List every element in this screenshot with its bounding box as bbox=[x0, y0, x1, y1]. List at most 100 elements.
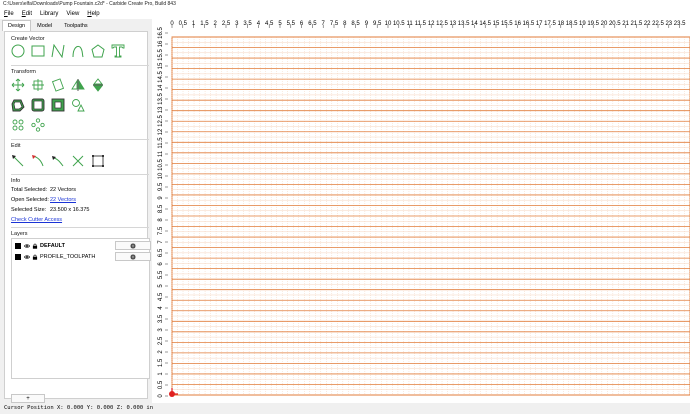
info-open-selected-label: Open Selected: bbox=[11, 197, 49, 203]
text-tool-icon[interactable] bbox=[111, 44, 125, 58]
add-layer-button[interactable]: + bbox=[11, 394, 45, 403]
inset-icon[interactable] bbox=[31, 98, 45, 112]
x-tick-label: 21 bbox=[622, 21, 629, 27]
x-tick-label: 10 bbox=[385, 21, 392, 27]
gear-icon bbox=[130, 253, 136, 260]
offset-icon[interactable] bbox=[11, 98, 25, 112]
menu-item-label: elp bbox=[91, 11, 100, 17]
layer-settings-button[interactable] bbox=[115, 241, 151, 250]
info-open-selected: Open Selected: 22 Vectors bbox=[11, 197, 76, 203]
menu-item-label: ile bbox=[7, 11, 14, 17]
rotate-icon[interactable] bbox=[51, 78, 65, 92]
x-tick-label: 13 bbox=[449, 21, 456, 27]
y-tick-label: 12.5 bbox=[158, 115, 164, 127]
layer-name: DEFAULT bbox=[40, 243, 65, 249]
layer-row[interactable]: DEFAULT bbox=[15, 241, 151, 251]
node-edit-icon[interactable] bbox=[11, 154, 25, 168]
info-total-selected-label: Total Selected: bbox=[11, 187, 48, 193]
y-tick-label: 15 bbox=[158, 62, 164, 69]
y-tick-label: 12 bbox=[158, 128, 164, 135]
y-tick-label: 0.5 bbox=[158, 380, 164, 389]
polygon-tool-icon[interactable] bbox=[91, 44, 105, 58]
x-tick-label: 19 bbox=[579, 21, 586, 27]
trim-icon[interactable] bbox=[31, 154, 45, 168]
x-tick-label: 12.5 bbox=[436, 21, 448, 27]
tab-toolpaths[interactable]: Toolpaths bbox=[58, 20, 94, 31]
y-tick-label: 3.5 bbox=[158, 314, 164, 323]
tab-design[interactable]: Design bbox=[2, 20, 32, 31]
x-tick-label: 8.5 bbox=[351, 21, 360, 27]
layer-settings-button[interactable] bbox=[115, 252, 151, 261]
x-tick-label: 16.5 bbox=[523, 21, 535, 27]
info-selected-size: Selected Size: 23.500 x 16.375 bbox=[11, 207, 89, 213]
status-bar: Cursor Position X: 0.000 Y: 0.000 Z: 0.0… bbox=[0, 403, 690, 414]
eye-icon[interactable] bbox=[24, 254, 30, 260]
section-info: Info bbox=[11, 178, 21, 184]
x-tick-label: 11.5 bbox=[415, 21, 427, 27]
x-tick-label: 19.5 bbox=[587, 21, 599, 27]
info-total-selected: Total Selected: 22 Vectors bbox=[11, 187, 76, 193]
y-tick-label: 4.5 bbox=[158, 292, 164, 301]
design-tab-content: Create Vector Transform Edit Info Total … bbox=[4, 31, 151, 403]
x-tick-label: 17 bbox=[536, 21, 543, 27]
info-open-selected-link[interactable]: 22 Vectors bbox=[50, 197, 76, 203]
layers-list: DEFAULT PROFILE_TOOLPATH bbox=[11, 238, 151, 379]
lock-icon[interactable] bbox=[32, 254, 38, 260]
menu-item[interactable]: View bbox=[66, 9, 79, 19]
design-canvas[interactable]: 0 0.5 1 1.5 2 2.5 3 3.5 4 4.5 5 5.5 6 6.5 7 7.5 8 8.5 9 9.5… bbox=[152, 19, 690, 403]
menu-item[interactable]: Help bbox=[87, 9, 99, 19]
x-tick-label: 14.5 bbox=[479, 21, 491, 27]
x-tick-label: 12 bbox=[428, 21, 435, 27]
layer-color-swatch[interactable] bbox=[15, 243, 21, 249]
circle-tool-icon[interactable] bbox=[11, 44, 25, 58]
boolean-icon[interactable] bbox=[71, 98, 85, 112]
y-tick-label: 10.5 bbox=[158, 159, 164, 171]
layer-row[interactable]: PROFILE_TOOLPATH bbox=[15, 252, 151, 262]
x-tick-label: 11 bbox=[406, 21, 413, 27]
y-tick-label: 1.5 bbox=[158, 358, 164, 367]
panel-tabs: Design Model Toolpaths bbox=[2, 20, 94, 31]
rectangle-tool-icon[interactable] bbox=[31, 44, 45, 58]
eye-icon[interactable] bbox=[24, 243, 30, 249]
menu-item-label: View bbox=[66, 11, 80, 17]
info-selected-size-label: Selected Size: bbox=[11, 207, 47, 213]
x-tick-label: 1.5 bbox=[200, 21, 209, 27]
layer-color-swatch[interactable] bbox=[15, 254, 21, 260]
y-tick-label: 14.5 bbox=[158, 71, 164, 83]
lock-icon[interactable] bbox=[32, 243, 38, 249]
separator bbox=[11, 227, 149, 228]
canvas-drawing[interactable]: 0 0.5 1 1.5 2 2.5 3 3.5 4 4.5 5 5.5 6 6.5 7 7.5 8 8.5 9 9.5… bbox=[152, 19, 690, 403]
menu-item[interactable]: Edit bbox=[22, 9, 32, 19]
x-tick-label: 18.5 bbox=[566, 21, 578, 27]
mirror-icon[interactable] bbox=[71, 78, 85, 92]
y-tick-label: 9.5 bbox=[158, 182, 164, 191]
polyline-tool-icon[interactable] bbox=[51, 44, 65, 58]
group-icon[interactable] bbox=[91, 154, 105, 168]
circular-array-icon[interactable] bbox=[31, 118, 45, 132]
y-tick-label: 11 bbox=[158, 150, 164, 157]
y-tick-label: 15.5 bbox=[158, 49, 164, 61]
tab-model[interactable]: Model bbox=[31, 20, 58, 31]
delete-icon[interactable] bbox=[71, 154, 85, 168]
x-tick-label: 23.5 bbox=[674, 21, 686, 27]
section-transform: Transform bbox=[11, 69, 36, 75]
curve-tool-icon[interactable] bbox=[71, 44, 85, 58]
separator bbox=[11, 174, 149, 175]
section-create-vector: Create Vector bbox=[11, 36, 45, 42]
check-cutter-access-link[interactable]: Check Cutter Access bbox=[11, 217, 62, 223]
menu-item-label: dit bbox=[25, 11, 33, 17]
menu-item[interactable]: Library bbox=[40, 9, 58, 19]
x-tick-label: 14 bbox=[471, 21, 478, 27]
move-icon[interactable] bbox=[11, 78, 25, 92]
y-tick-label: 2.5 bbox=[158, 336, 164, 345]
array-icon[interactable] bbox=[11, 118, 25, 132]
join-icon[interactable] bbox=[51, 154, 65, 168]
y-tick-label: 16.5 bbox=[158, 27, 164, 39]
outset-icon[interactable] bbox=[51, 98, 65, 112]
scale-icon[interactable] bbox=[91, 78, 105, 92]
menu-item-label: Library bbox=[40, 11, 59, 17]
x-tick-label: 9.5 bbox=[373, 21, 382, 27]
menu-item[interactable]: File bbox=[4, 9, 14, 19]
align-icon[interactable] bbox=[31, 78, 45, 92]
x-tick-label: 6.5 bbox=[308, 21, 317, 27]
